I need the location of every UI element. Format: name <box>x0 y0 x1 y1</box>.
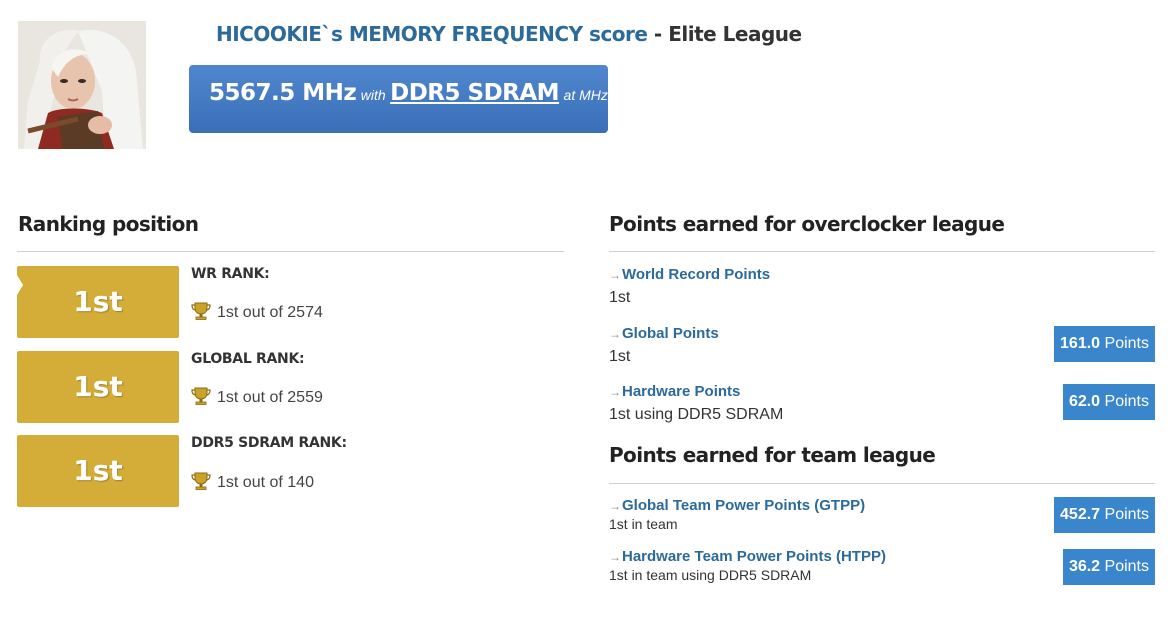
wr-rank-out-of: 1st out of 2574 <box>191 302 323 325</box>
user-avatar[interactable] <box>18 21 146 149</box>
global-points-label[interactable]: Global Points <box>622 325 719 342</box>
user-name-link[interactable]: HICOOKIE`s MEMORY FREQUENCY score <box>216 22 648 46</box>
ranking-divider <box>17 251 564 252</box>
htpp-rank: 1st in team using DDR5 SDRAM <box>609 567 812 583</box>
hardware-points-value: 62.0 <box>1068 393 1101 410</box>
arrow-right-icon: → <box>609 385 621 399</box>
global-rank-badge-text: 1st <box>73 370 123 403</box>
gtpp-badge: 452.7 Points <box>1054 497 1155 533</box>
trophy-icon <box>191 387 211 410</box>
score-box: 5567.5 MHz with DDR5 SDRAM at MHz <box>189 65 608 133</box>
trophy-icon <box>191 472 211 495</box>
gtpp-value: 452.7 <box>1060 506 1101 523</box>
htpp-unit: Points <box>1104 558 1149 575</box>
team-heading: Points earned for team league <box>609 443 936 467</box>
hardware-rank-badge: 1st <box>17 435 179 507</box>
gtpp-rank: 1st in team <box>609 516 678 532</box>
badge-notch <box>17 275 23 295</box>
arrow-right-icon: → <box>609 327 621 341</box>
hardware-points-label[interactable]: Hardware Points <box>622 383 740 400</box>
wr-rank-badge-text: 1st <box>73 285 123 318</box>
global-points-link[interactable]: →Global Points <box>609 325 719 342</box>
global-rank-out-of-text: 1st out of 2559 <box>217 389 323 406</box>
score-with-text: with <box>360 87 386 103</box>
global-rank-out-of: 1st out of 2559 <box>191 387 323 410</box>
gtpp-label[interactable]: Global Team Power Points (GTPP) <box>622 497 865 514</box>
hardware-points-unit: Points <box>1104 393 1149 410</box>
global-rank-badge: 1st <box>17 351 179 423</box>
arrow-right-icon: → <box>609 268 621 282</box>
hardware-rank-badge-text: 1st <box>73 454 123 487</box>
hardware-rank-out-of: 1st out of 140 <box>191 472 314 495</box>
global-points-rank: 1st <box>609 348 631 365</box>
global-rank-label: GLOBAL RANK: <box>191 351 305 367</box>
wr-rank-badge: 1st <box>17 266 179 338</box>
arrow-right-icon: → <box>609 499 621 513</box>
score-at-text: at MHz <box>563 87 608 103</box>
hardware-points-rank: 1st using DDR5 SDRAM <box>609 406 784 423</box>
overclocker-heading: Points earned for overclocker league <box>609 212 1005 236</box>
league-name: - Elite League <box>647 22 802 46</box>
team-divider <box>609 483 1155 484</box>
page-title: HICOOKIE`s MEMORY FREQUENCY score - Elit… <box>216 20 802 48</box>
world-record-points-label[interactable]: World Record Points <box>622 266 770 283</box>
hardware-link[interactable]: DDR5 SDRAM <box>390 80 559 106</box>
wr-rank-label: WR RANK: <box>191 266 270 282</box>
global-points-unit: Points <box>1104 335 1149 352</box>
gtpp-unit: Points <box>1104 506 1149 523</box>
world-record-points-rank: 1st <box>609 289 631 306</box>
trophy-icon <box>191 302 211 325</box>
overclocker-divider <box>609 251 1155 252</box>
wr-rank-out-of-text: 1st out of 2574 <box>217 304 323 321</box>
htpp-value: 36.2 <box>1068 558 1101 575</box>
world-record-points-link[interactable]: →World Record Points <box>609 266 770 283</box>
hardware-points-link[interactable]: →Hardware Points <box>609 383 740 400</box>
htpp-badge: 36.2 Points <box>1062 549 1155 585</box>
score-value: 5567.5 MHz <box>209 80 357 106</box>
global-points-badge: 161.0 Points <box>1054 326 1155 362</box>
gtpp-link[interactable]: →Global Team Power Points (GTPP) <box>609 497 865 514</box>
arrow-right-icon: → <box>609 550 621 564</box>
global-points-value: 161.0 <box>1060 335 1101 352</box>
htpp-link[interactable]: →Hardware Team Power Points (HTPP) <box>609 548 886 565</box>
htpp-label[interactable]: Hardware Team Power Points (HTPP) <box>622 548 886 565</box>
hardware-rank-out-of-text: 1st out of 140 <box>217 474 314 491</box>
hardware-rank-label: DDR5 SDRAM RANK: <box>191 435 347 451</box>
hardware-points-badge: 62.0 Points <box>1062 384 1155 420</box>
ranking-heading: Ranking position <box>18 212 199 236</box>
